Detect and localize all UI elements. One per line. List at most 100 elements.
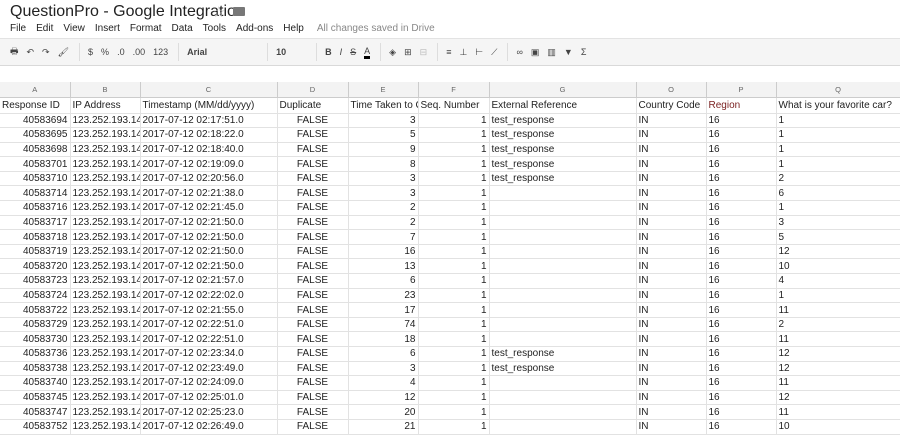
star-icon[interactable]: ☆ [212, 3, 225, 21]
cell[interactable]: test_response [489, 346, 637, 362]
cell[interactable]: FALSE [277, 273, 349, 289]
cell[interactable]: 123.252.193.148 [70, 244, 141, 260]
chart-icon[interactable]: ▥ [547, 47, 556, 58]
strikethrough-icon[interactable]: S [350, 47, 356, 57]
cell[interactable]: 40583720 [0, 258, 71, 275]
cell[interactable]: 16 [706, 215, 777, 231]
menu-view[interactable]: View [63, 23, 85, 34]
cell[interactable]: 123.252.193.148 [70, 346, 141, 362]
cell[interactable]: 40583710 [0, 171, 71, 187]
cell[interactable]: 11 [776, 375, 900, 391]
cell[interactable]: 40583694 [0, 113, 71, 129]
cell[interactable]: FALSE [277, 361, 349, 377]
decrease-decimal-button[interactable]: .0 [117, 47, 125, 57]
cell[interactable]: 2017-07-12 02:23:49.0 [140, 361, 278, 377]
cell[interactable]: 16 [706, 127, 777, 143]
cell[interactable]: 40583729 [0, 317, 71, 333]
menu-addons[interactable]: Add-ons [236, 23, 273, 34]
cell[interactable]: 2 [776, 171, 900, 187]
cell[interactable]: 123.252.193.148 [70, 404, 141, 420]
cell[interactable]: 16 [706, 302, 777, 318]
font-select[interactable]: Arial [187, 47, 257, 57]
cell[interactable] [489, 317, 637, 333]
cell[interactable]: 23 [348, 288, 419, 304]
cell[interactable]: 16 [706, 200, 777, 216]
document-title[interactable]: QuestionPro - Google Integration [10, 3, 245, 21]
menu-tools[interactable]: Tools [203, 23, 226, 34]
cell[interactable] [489, 258, 637, 275]
cell[interactable]: 40583736 [0, 346, 71, 362]
cell[interactable]: 40583698 [0, 142, 71, 158]
cell[interactable]: 2017-07-12 02:21:50.0 [140, 215, 278, 231]
cell[interactable]: 17 [348, 302, 419, 318]
field-header-cell[interactable]: External Reference [489, 97, 637, 114]
cell[interactable]: 1 [418, 331, 490, 347]
field-header-cell[interactable]: Duplicate [277, 97, 349, 114]
cell[interactable]: 2 [776, 317, 900, 333]
cell[interactable]: 123.252.193.148 [70, 142, 141, 158]
cell[interactable]: test_response [489, 156, 637, 172]
cell[interactable]: 8 [348, 156, 419, 172]
borders-icon[interactable]: ⊞ [404, 47, 412, 58]
column-header-a[interactable]: A [0, 82, 71, 98]
horizontal-align-icon[interactable]: ≡ [446, 47, 451, 57]
cell[interactable]: 1 [776, 142, 900, 158]
functions-icon[interactable]: Σ [581, 47, 587, 57]
cell[interactable]: 123.252.193.148 [70, 302, 141, 318]
cell[interactable] [489, 302, 637, 318]
cell[interactable]: 6 [776, 185, 900, 202]
link-icon[interactable]: ∞ [516, 47, 522, 57]
cell[interactable]: 2017-07-12 02:21:50.0 [140, 229, 278, 245]
cell[interactable]: 16 [706, 288, 777, 304]
cell[interactable]: 13 [348, 258, 419, 275]
cell[interactable]: 4 [776, 273, 900, 289]
cell[interactable]: 1 [418, 113, 490, 129]
cell[interactable]: 1 [418, 288, 490, 304]
cell[interactable]: 16 [706, 142, 777, 158]
cell[interactable]: 40583719 [0, 244, 71, 260]
field-header-cell[interactable]: Time Taken to Co [348, 97, 419, 114]
cell[interactable]: 123.252.193.148 [70, 171, 141, 187]
cell[interactable] [489, 390, 637, 406]
cell[interactable]: 16 [706, 331, 777, 347]
cell[interactable]: FALSE [277, 229, 349, 245]
cell[interactable]: 123.252.193.148 [70, 215, 141, 231]
column-header-o[interactable]: O [636, 82, 707, 98]
redo-icon[interactable]: ↷ [42, 47, 50, 58]
cell[interactable]: 2017-07-12 02:25:23.0 [140, 404, 278, 420]
cell[interactable]: FALSE [277, 419, 349, 435]
cell[interactable]: 5 [776, 229, 900, 245]
cell[interactable] [489, 375, 637, 391]
cell[interactable]: 40583714 [0, 185, 71, 202]
undo-icon[interactable]: ↶ [27, 47, 35, 58]
cell[interactable]: 1 [418, 302, 490, 318]
column-header-q[interactable]: Q [776, 82, 900, 98]
cell[interactable]: 123.252.193.148 [70, 390, 141, 406]
cell[interactable]: IN [636, 317, 707, 333]
cell[interactable]: 123.252.193.148 [70, 200, 141, 216]
column-header-f[interactable]: F [418, 82, 490, 98]
cell[interactable]: 123.252.193.148 [70, 113, 141, 129]
cell[interactable]: 2017-07-12 02:20:56.0 [140, 171, 278, 187]
cell[interactable]: IN [636, 156, 707, 172]
cell[interactable]: 123.252.193.148 [70, 185, 141, 202]
cell[interactable]: 16 [706, 404, 777, 420]
cell[interactable]: 16 [706, 273, 777, 289]
cell[interactable]: 3 [776, 215, 900, 231]
number-format-button[interactable]: 123 [153, 47, 168, 57]
cell[interactable]: 7 [348, 229, 419, 245]
cell[interactable]: 123.252.193.148 [70, 258, 141, 275]
cell[interactable]: 1 [418, 346, 490, 362]
cell[interactable]: IN [636, 200, 707, 216]
cell[interactable]: 12 [776, 390, 900, 406]
cell[interactable]: FALSE [277, 302, 349, 318]
cell[interactable]: 40583701 [0, 156, 71, 172]
cell[interactable]: FALSE [277, 346, 349, 362]
cell[interactable] [489, 288, 637, 304]
menu-file[interactable]: File [10, 23, 26, 34]
cell[interactable]: 1 [776, 127, 900, 143]
field-header-cell[interactable]: Country Code [636, 97, 707, 114]
field-header-cell[interactable]: Seq. Number [418, 97, 490, 114]
cell[interactable]: 74 [348, 317, 419, 333]
cell[interactable]: FALSE [277, 317, 349, 333]
